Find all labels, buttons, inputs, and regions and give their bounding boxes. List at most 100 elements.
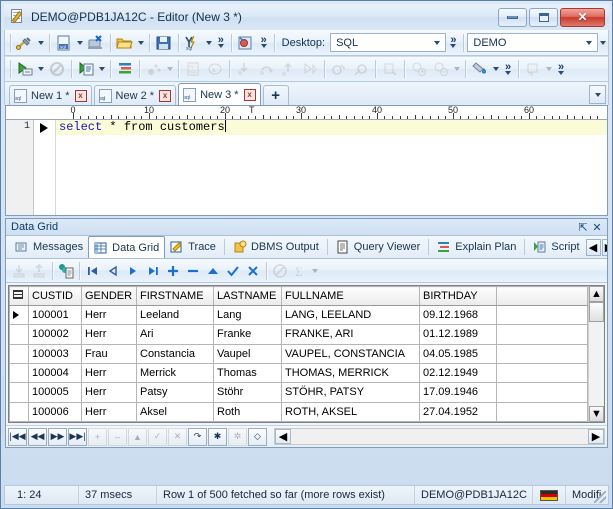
scroll-up-button[interactable]: ▲ [589, 286, 604, 302]
open-file-dropdown[interactable] [136, 32, 146, 54]
tab-list-dropdown[interactable] [589, 85, 606, 104]
cell-gender[interactable]: Herr [81, 324, 137, 345]
chevron-double-right-icon-3[interactable]: » [446, 32, 460, 54]
cell-lastname[interactable]: Lang [213, 304, 282, 326]
nav-asterisk-button[interactable]: ✱ [208, 427, 227, 446]
dock-tab-data-grid[interactable]: Data Grid [88, 236, 166, 258]
row-indicator-current[interactable] [9, 304, 29, 326]
connection-select[interactable]: DEMO [467, 33, 599, 52]
cell-gender[interactable]: Herr [81, 362, 137, 384]
code-line-1[interactable]: select * from customers [56, 120, 607, 135]
dock-tab-trace[interactable]: Trace [165, 237, 221, 258]
row-indicator[interactable] [9, 324, 29, 345]
editor-tab-new-2[interactable]: New 2 * x [93, 85, 177, 105]
chevron-right-icon[interactable]: ▶ [601, 238, 607, 256]
cell-gender[interactable]: Herr [81, 304, 137, 326]
table-row[interactable]: 100005 Herr Patsy Stöhr STÖHR, PATSY 17.… [9, 382, 588, 403]
first-record-button[interactable] [83, 261, 103, 281]
nav-prior-page-button[interactable]: ◀◀ [28, 427, 47, 446]
copy-to-clipboard-button[interactable] [56, 261, 76, 281]
editor-tab-new-1[interactable]: New 1 * x [9, 85, 92, 105]
cell-firstname[interactable]: Ari [136, 324, 214, 345]
column-header-gender[interactable]: GENDER [81, 286, 137, 306]
column-header-custid[interactable]: CUSTID [28, 286, 82, 306]
cell-blank[interactable] [496, 304, 588, 326]
last-record-button[interactable] [143, 261, 163, 281]
cell-fullname[interactable]: ROTH, AKSEL [281, 401, 420, 422]
nav-delete-button[interactable]: – [108, 427, 127, 446]
nav-first-button[interactable]: |◀◀ [8, 427, 27, 446]
cell-custid[interactable]: 100005 [28, 382, 82, 403]
cell-firstname[interactable]: Aksel [136, 401, 214, 422]
edit-record-button[interactable] [203, 261, 223, 281]
row-indicator-header[interactable] [9, 286, 29, 306]
chevron-double-right-icon-2[interactable]: » [257, 32, 271, 54]
cell-custid[interactable]: 100003 [28, 343, 82, 364]
format-sql-button[interactable]: sql [182, 32, 204, 54]
table-row[interactable]: 100006 Herr Aksel Roth ROTH, AKSEL 27.04… [9, 401, 588, 422]
dock-tab-query-viewer[interactable]: Query Viewer [331, 237, 425, 258]
pin-icon[interactable]: ⇱ [576, 221, 590, 234]
cell-fullname[interactable]: STÖHR, PATSY [281, 382, 420, 403]
execute-statement-button[interactable] [14, 58, 36, 80]
cell-lastname[interactable]: Thomas [213, 362, 282, 384]
cell-birthday[interactable]: 04.05.1985 [419, 343, 497, 364]
minimize-button[interactable] [498, 7, 527, 27]
beautifier-dropdown[interactable] [491, 58, 501, 80]
cell-firstname[interactable]: Merrick [136, 362, 214, 384]
cell-lastname[interactable]: Franke [213, 324, 282, 345]
nav-cancel-button[interactable]: ✕ [168, 427, 187, 446]
grid-horizontal-scrollbar[interactable]: ◀ ▶ [274, 428, 605, 445]
dock-tab-dbms-output[interactable]: DBMS Output [228, 237, 324, 258]
table-row[interactable]: 100004 Herr Merrick Thomas THOMAS, MERRI… [9, 362, 588, 384]
column-header-birthday[interactable]: BIRTHDAY [419, 286, 497, 306]
open-file-button[interactable] [114, 32, 136, 54]
cell-fullname[interactable]: LANG, LEELAND [281, 304, 420, 326]
cell-birthday[interactable]: 17.09.1946 [419, 382, 497, 403]
triangle-right-icon[interactable]: ▶ [588, 429, 604, 444]
chevron-double-right-icon[interactable]: » [214, 32, 228, 54]
cell-custid[interactable]: 100006 [28, 401, 82, 422]
cell-blank[interactable] [496, 382, 588, 403]
cell-custid[interactable]: 100002 [28, 324, 82, 345]
column-header-fullname[interactable]: FULLNAME [281, 286, 420, 306]
cell-birthday[interactable]: 09.12.1968 [419, 304, 497, 326]
nav-post-button[interactable]: ✓ [148, 427, 167, 446]
explain-plan-button[interactable] [114, 58, 136, 80]
close-button[interactable]: ✕ [560, 7, 605, 27]
nav-refresh-button[interactable]: ↷ [188, 427, 207, 446]
resize-grip[interactable] [594, 491, 606, 503]
grid-vertical-scrollbar[interactable]: ▲ ▼ [588, 286, 604, 422]
nav-insert-button[interactable]: + [88, 427, 107, 446]
cell-fullname[interactable]: VAUPEL, CONSTANCIA [281, 343, 420, 364]
editor-tab-new-3[interactable]: New 3 * x [178, 83, 261, 105]
connection-overflow[interactable] [598, 32, 608, 54]
table-row[interactable]: 100002 Herr Ari Franke FRANKE, ARI 01.12… [9, 324, 588, 345]
execute-script-dropdown[interactable] [97, 58, 107, 80]
chevron-double-right-icon-4[interactable]: » [501, 58, 515, 80]
new-tab-button[interactable]: + [262, 85, 289, 105]
prior-record-button[interactable] [103, 261, 123, 281]
close-icon-3[interactable]: x [243, 88, 256, 101]
new-connection-dropdown[interactable] [36, 32, 46, 54]
row-indicator[interactable] [9, 362, 29, 384]
table-row[interactable]: 100003 Frau Constancia Vaupel VAUPEL, CO… [9, 343, 588, 364]
cell-firstname[interactable]: Constancia [136, 343, 214, 364]
new-sql-window-button[interactable]: sql [53, 32, 75, 54]
chevron-left-icon[interactable]: ◀ [585, 238, 601, 256]
cell-gender[interactable]: Frau [81, 343, 137, 364]
post-edit-button[interactable] [223, 261, 243, 281]
editor-body[interactable]: 1 select * from customers [6, 120, 607, 215]
chevron-double-right-icon-5[interactable]: » [554, 58, 568, 80]
new-connection-button[interactable] [14, 32, 36, 54]
new-sql-window-dropdown[interactable] [75, 32, 85, 54]
cell-blank[interactable] [496, 343, 588, 364]
cell-blank[interactable] [496, 324, 588, 345]
cell-blank[interactable] [496, 362, 588, 384]
close-icon-dock[interactable]: ✕ [590, 221, 604, 234]
scroll-down-button[interactable]: ▼ [589, 406, 604, 422]
dock-tab-explain-plan[interactable]: Explain Plan [432, 237, 521, 258]
code-area[interactable]: select * from customers [56, 120, 607, 215]
insert-record-button[interactable] [163, 261, 183, 281]
session-browser-button[interactable] [235, 32, 257, 54]
